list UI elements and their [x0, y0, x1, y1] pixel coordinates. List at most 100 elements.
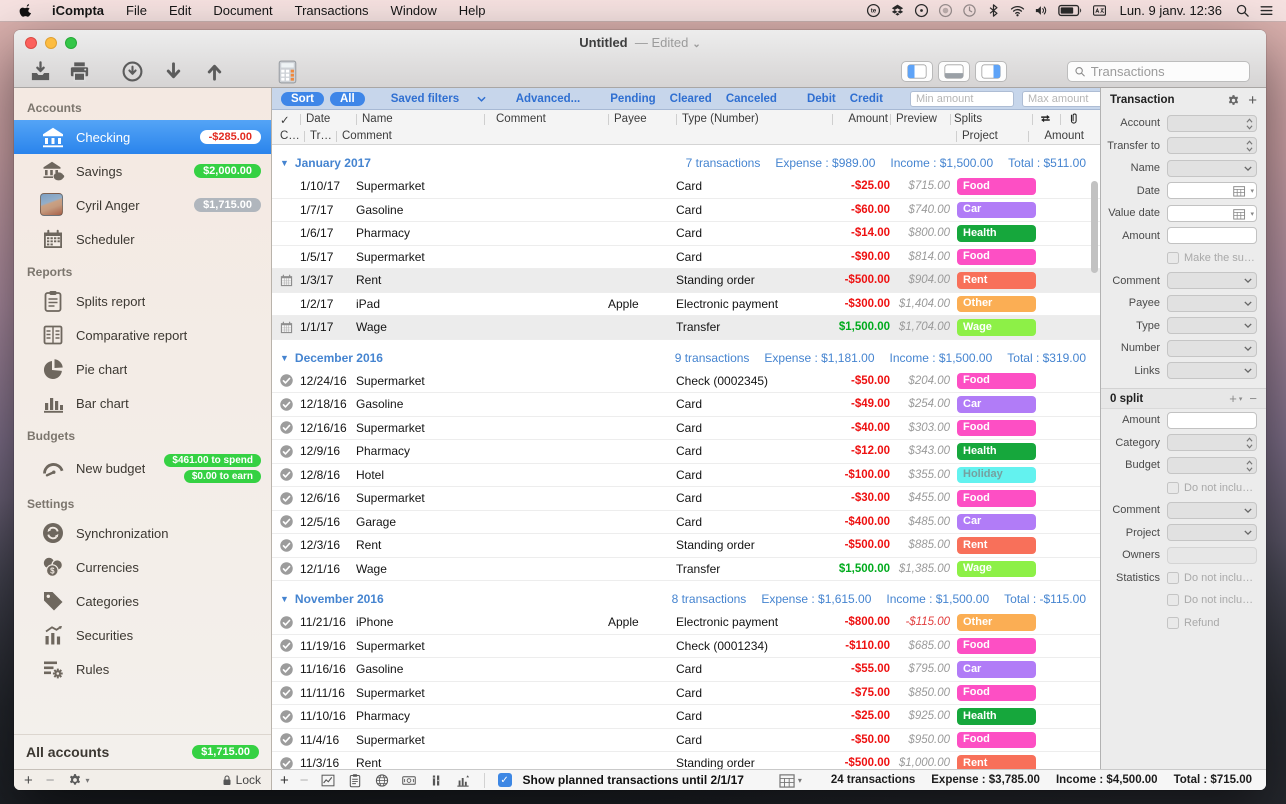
- dropbox-icon[interactable]: [890, 3, 905, 18]
- transaction-row[interactable]: 12/5/16 Garage Card -$400.00 $485.00 Car: [272, 511, 1100, 535]
- transfer-column-icon[interactable]: [1038, 112, 1053, 126]
- column-type[interactable]: Type (Number): [682, 113, 759, 125]
- zoom-window-button[interactable]: [65, 37, 77, 49]
- bluetooth-icon[interactable]: [986, 3, 1001, 18]
- comment-field[interactable]: [1167, 272, 1257, 289]
- import-button[interactable]: [28, 60, 53, 83]
- sidebar-item-currencies[interactable]: $ Currencies: [14, 550, 271, 584]
- do-not-include-w-field-checkbox[interactable]: [1167, 594, 1179, 606]
- lock-button[interactable]: Lock: [221, 773, 261, 787]
- transaction-row[interactable]: 12/3/16 Rent Standing order -$500.00 $88…: [272, 534, 1100, 558]
- transaction-row[interactable]: 12/1/16 Wage Transfer $1,500.00 $1,385.0…: [272, 558, 1100, 582]
- sidebar-item-savings[interactable]: Savings$2,000.00: [14, 154, 271, 188]
- close-window-button[interactable]: [25, 37, 37, 49]
- column-check[interactable]: ✓: [280, 113, 290, 127]
- table-scrollbar[interactable]: [1091, 181, 1098, 273]
- sidebar-item-cyril-anger[interactable]: Cyril Anger$1,715.00: [14, 188, 271, 222]
- add-split-button[interactable]: +: [1229, 391, 1237, 406]
- column-date[interactable]: Date: [306, 113, 330, 125]
- all-accounts-row[interactable]: All accounts $1,715.00: [14, 734, 271, 769]
- transaction-row[interactable]: 12/6/16 Supermarket Card -$30.00 $455.00…: [272, 487, 1100, 511]
- column-name[interactable]: Name: [362, 113, 393, 125]
- comment-field[interactable]: [1167, 502, 1257, 519]
- saved-filters-dropdown[interactable]: Saved filters: [391, 93, 486, 105]
- sidebar-item-bar-chart[interactable]: Bar chart: [14, 386, 271, 420]
- subcolumn-cleared[interactable]: C…: [280, 130, 300, 142]
- transaction-row[interactable]: 1/3/17 Rent Standing order -$500.00 $904…: [272, 269, 1100, 293]
- refund-field-checkbox[interactable]: [1167, 617, 1179, 629]
- number-field[interactable]: [1167, 340, 1257, 357]
- menu-file[interactable]: File: [126, 3, 147, 18]
- toggle-sidebar-button[interactable]: [901, 61, 933, 82]
- time-machine-icon[interactable]: [962, 3, 977, 18]
- remove-transaction-row-button[interactable]: −: [300, 772, 309, 789]
- name-field[interactable]: [1167, 160, 1257, 177]
- sidebar-item-pie-chart[interactable]: Pie chart: [14, 352, 271, 386]
- make-the-sum-of-field-checkbox[interactable]: [1167, 252, 1179, 264]
- filter-canceled-button[interactable]: Canceled: [726, 93, 777, 105]
- transaction-row[interactable]: 12/16/16 Supermarket Card -$40.00 $303.0…: [272, 417, 1100, 441]
- line-chart-icon[interactable]: [320, 773, 336, 788]
- sidebar-item-scheduler[interactable]: Scheduler: [14, 222, 271, 256]
- sidebar-item-splits-report[interactable]: Splits report: [14, 284, 271, 318]
- notification-center-icon[interactable]: [1259, 3, 1274, 18]
- sidebar-item-rules[interactable]: Rules: [14, 652, 271, 686]
- title-bar[interactable]: Untitled — Edited⌄: [14, 30, 1266, 55]
- transaction-row[interactable]: 1/6/17 Pharmacy Card -$14.00 $800.00 Hea…: [272, 222, 1100, 246]
- toggle-inspector-button[interactable]: [975, 61, 1007, 82]
- volume-icon[interactable]: [1034, 3, 1049, 18]
- add-transaction-button[interactable]: +: [1248, 93, 1257, 108]
- menu-document[interactable]: Document: [213, 3, 272, 18]
- filter-pending-button[interactable]: Pending: [610, 93, 655, 105]
- subcolumn-transfer[interactable]: Tr…: [310, 130, 332, 142]
- menu-window[interactable]: Window: [391, 3, 437, 18]
- app-menu-title[interactable]: iCompta: [52, 3, 104, 18]
- globe-icon[interactable]: [374, 773, 390, 788]
- remove-split-button[interactable]: −: [1249, 391, 1257, 406]
- column-comment[interactable]: Comment: [496, 113, 546, 125]
- transaction-row[interactable]: 12/9/16 Pharmacy Card -$12.00 $343.00 He…: [272, 440, 1100, 464]
- circle-te-icon[interactable]: te: [866, 3, 881, 18]
- menu-transactions[interactable]: Transactions: [295, 3, 369, 18]
- project-field[interactable]: [1167, 524, 1257, 541]
- subcolumn-project[interactable]: Project: [962, 130, 998, 142]
- bar-chart-icon[interactable]: [455, 773, 471, 788]
- transaction-row[interactable]: 11/21/16 iPhone Apple Electronic payment…: [272, 611, 1100, 635]
- creative-cloud-icon[interactable]: [938, 3, 953, 18]
- sort-button[interactable]: Sort: [281, 92, 324, 106]
- sidebar-item-securities[interactable]: Securities: [14, 618, 271, 652]
- remove-account-button[interactable]: −: [46, 773, 55, 788]
- advanced-filter-button[interactable]: Advanced...: [516, 93, 581, 105]
- category-field[interactable]: [1167, 434, 1257, 451]
- transaction-row[interactable]: 1/2/17 iPad Apple Electronic payment -$3…: [272, 293, 1100, 317]
- statistics-field-checkbox[interactable]: [1167, 572, 1179, 584]
- gear-icon[interactable]: [1227, 94, 1240, 107]
- disclosure-triangle-icon[interactable]: ▼: [280, 594, 289, 604]
- filter-credit-button[interactable]: Credit: [850, 93, 883, 105]
- filter-debit-button[interactable]: Debit: [807, 93, 836, 105]
- transaction-row[interactable]: 1/10/17 Supermarket Card -$25.00 $715.00…: [272, 175, 1100, 199]
- filter-all-button[interactable]: All: [330, 92, 365, 106]
- wifi-icon[interactable]: [1010, 3, 1025, 18]
- transaction-row[interactable]: 11/3/16 Rent Standing order -$500.00 $1,…: [272, 752, 1100, 769]
- download-transactions-button[interactable]: [120, 60, 145, 83]
- disk-icon[interactable]: [914, 3, 929, 18]
- menu-help[interactable]: Help: [459, 3, 486, 18]
- search-input[interactable]: [1091, 64, 1243, 79]
- add-account-button[interactable]: +: [24, 773, 33, 788]
- calculator-button[interactable]: [275, 59, 300, 85]
- search-field[interactable]: [1067, 61, 1250, 82]
- amount-field[interactable]: [1167, 412, 1257, 429]
- toggle-bottombar-button[interactable]: [938, 61, 970, 82]
- transaction-row[interactable]: 1/7/17 Gasoline Card -$60.00 $740.00 Car: [272, 199, 1100, 223]
- month-section-header[interactable]: ▼ November 2016 8 transactionsExpense : …: [272, 587, 1100, 611]
- add-transaction-row-button[interactable]: +: [280, 772, 289, 789]
- menu-edit[interactable]: Edit: [169, 3, 191, 18]
- spotlight-search-icon[interactable]: [1235, 3, 1250, 18]
- disclosure-triangle-icon[interactable]: ▼: [280, 158, 289, 168]
- show-planned-checkbox[interactable]: ✓: [498, 773, 512, 787]
- banknote-icon[interactable]: [401, 773, 417, 788]
- subcolumn-amount[interactable]: Amount: [1034, 130, 1084, 142]
- type-field[interactable]: [1167, 317, 1257, 334]
- apple-menu-icon[interactable]: [19, 2, 34, 19]
